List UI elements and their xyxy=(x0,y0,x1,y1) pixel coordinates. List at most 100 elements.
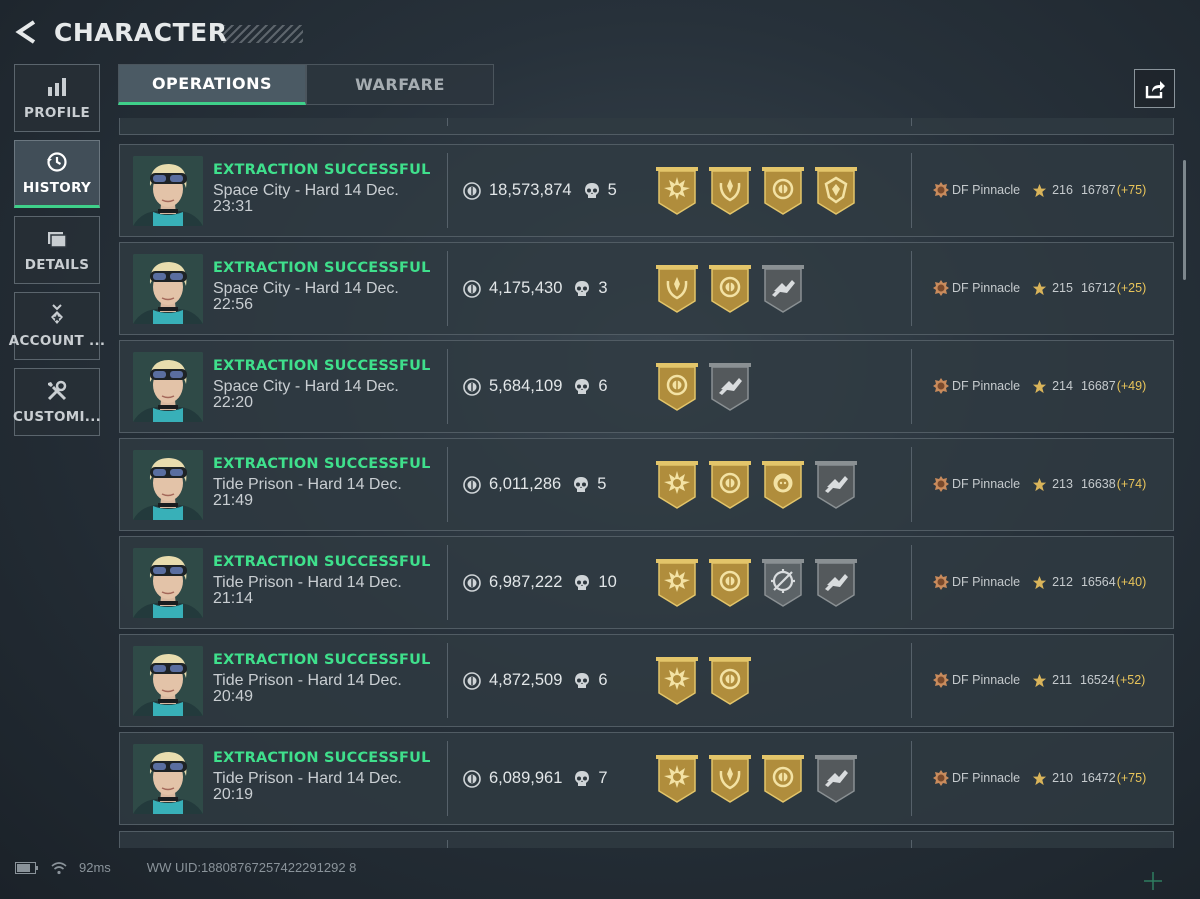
tab-operations[interactable]: OPERATIONS xyxy=(118,64,306,105)
rank-emblem-icon xyxy=(932,279,950,297)
sidebar-item-label: CUSTOMI... xyxy=(12,409,102,425)
coin-icon xyxy=(463,475,481,494)
star-icon xyxy=(1032,183,1047,198)
coin-badge-icon xyxy=(709,265,751,313)
sidebar-item-label: HISTORY xyxy=(22,180,92,196)
rank-info: DF Pinnacle 210 16472 (+75) xyxy=(932,769,1146,787)
gray-hand-badge-icon xyxy=(762,265,804,313)
match-loot: 5,684,109 6 xyxy=(463,377,608,396)
rank-points: 16787 xyxy=(1080,183,1116,197)
battery-icon xyxy=(15,861,38,874)
table-row[interactable]: EXTRACTION SUCCESSFUL Tide Prison - Hard… xyxy=(119,438,1174,531)
rank-points: 16687 xyxy=(1080,379,1116,393)
table-row-partial[interactable] xyxy=(119,831,1174,848)
match-loot: 4,872,509 6 xyxy=(463,671,608,690)
rank-points: 16712 xyxy=(1080,281,1116,295)
table-row[interactable]: EXTRACTION SUCCESSFUL Space City - Hard … xyxy=(119,340,1174,433)
match-status: EXTRACTION SUCCESSFUL xyxy=(213,554,431,570)
star-icon xyxy=(1032,673,1047,688)
rank-info: DF Pinnacle 211 16524 (+52) xyxy=(932,671,1145,689)
rank-name: DF Pinnacle xyxy=(952,183,1021,197)
avatar xyxy=(133,646,203,716)
badge-list xyxy=(656,167,868,215)
table-row[interactable]: EXTRACTION SUCCESSFUL Space City - Hard … xyxy=(119,144,1174,237)
badge-list xyxy=(656,559,868,607)
wreath-badge-icon xyxy=(709,755,751,803)
sidebar-item-history[interactable]: HISTORY xyxy=(14,140,100,208)
table-row[interactable]: EXTRACTION SUCCESSFUL Space City - Hard … xyxy=(119,242,1174,335)
table-row[interactable]: EXTRACTION SUCCESSFUL Tide Prison - Hard… xyxy=(119,634,1174,727)
skull-icon xyxy=(584,182,600,200)
loot-value: 6,011,286 xyxy=(489,475,562,493)
avatar xyxy=(133,156,203,226)
table-row-partial[interactable] xyxy=(119,118,1174,135)
row-divider xyxy=(911,251,912,326)
table-row[interactable]: EXTRACTION SUCCESSFUL Tide Prison - Hard… xyxy=(119,732,1174,825)
rank-points: 16564 xyxy=(1080,575,1116,589)
sidebar-item-customize[interactable]: CUSTOMI... xyxy=(12,368,102,436)
row-divider xyxy=(911,118,912,126)
coin-icon xyxy=(463,377,481,396)
share-button[interactable] xyxy=(1134,69,1175,108)
coin-badge-icon xyxy=(709,657,751,705)
points-gain: (+52) xyxy=(1115,673,1146,687)
uid-text: WW UID:18808767257422291292 8 xyxy=(146,860,357,875)
sidebar-item-details[interactable]: DETAILS xyxy=(14,216,100,284)
star-icon xyxy=(1032,477,1047,492)
share-icon xyxy=(1145,80,1165,98)
badge-list xyxy=(656,461,868,509)
skull-icon xyxy=(574,672,590,690)
star-icon xyxy=(1032,771,1047,786)
avatar xyxy=(133,352,203,422)
rank-name: DF Pinnacle xyxy=(952,575,1021,589)
row-divider xyxy=(911,153,912,228)
sun-badge-icon xyxy=(656,657,698,705)
rank-emblem-icon xyxy=(932,475,950,493)
row-divider xyxy=(447,447,448,522)
back-arrow-icon[interactable] xyxy=(12,17,42,47)
avatar xyxy=(133,548,203,618)
sidebar-item-label: ACCOUNT ... xyxy=(8,333,106,349)
title-decoration xyxy=(223,25,304,43)
row-divider xyxy=(911,643,912,718)
rank-points: 16638 xyxy=(1080,477,1116,491)
badge-list xyxy=(656,363,762,411)
crosshair-plus-icon xyxy=(1144,872,1162,890)
row-divider xyxy=(911,349,912,424)
coin-badge-icon xyxy=(762,167,804,215)
match-status: EXTRACTION SUCCESSFUL xyxy=(213,652,431,668)
sidebar-item-account[interactable]: ACCOUNT ... xyxy=(9,292,105,360)
page-title: CHARACTER xyxy=(54,17,228,47)
match-status: EXTRACTION SUCCESSFUL xyxy=(213,260,431,276)
match-loot: 4,175,430 3 xyxy=(463,279,608,298)
tools-icon xyxy=(47,380,67,401)
badge-list xyxy=(656,657,762,705)
rank-name: DF Pinnacle xyxy=(952,771,1021,785)
match-location: Tide Prison - Hard 14 Dec. 20:19 xyxy=(213,770,402,803)
wreath-badge-icon xyxy=(709,167,751,215)
sidebar-item-profile[interactable]: PROFILE xyxy=(14,64,100,132)
match-location: Space City - Hard 14 Dec. 23:31 xyxy=(213,182,399,215)
skull-icon xyxy=(573,476,589,494)
skull-icon xyxy=(574,574,590,592)
crosshair-badge-icon xyxy=(762,559,804,607)
level-number: 216 xyxy=(1052,183,1073,197)
tab-warfare[interactable]: WARFARE xyxy=(306,64,494,105)
rank-emblem-icon xyxy=(932,671,950,689)
rank-name: DF Pinnacle xyxy=(952,477,1021,491)
loot-value: 5,684,109 xyxy=(489,377,563,395)
coin-icon xyxy=(463,573,481,592)
match-location: Space City - Hard 14 Dec. 22:20 xyxy=(213,378,399,411)
table-row[interactable]: EXTRACTION SUCCESSFUL Tide Prison - Hard… xyxy=(119,536,1174,629)
lion-badge-icon xyxy=(762,461,804,509)
level-number: 214 xyxy=(1052,379,1073,393)
level-number: 211 xyxy=(1052,673,1073,687)
rank-name: DF Pinnacle xyxy=(952,281,1021,295)
match-location: Tide Prison - Hard 14 Dec. 21:14 xyxy=(213,574,402,607)
level-number: 215 xyxy=(1052,281,1073,295)
match-history-list[interactable]: EXTRACTION SUCCESSFUL Space City - Hard … xyxy=(119,118,1175,848)
loot-value: 6,987,222 xyxy=(489,573,563,591)
match-location: Space City - Hard 14 Dec. 22:56 xyxy=(213,280,399,313)
row-divider xyxy=(911,741,912,816)
scrollbar[interactable] xyxy=(1183,160,1186,280)
